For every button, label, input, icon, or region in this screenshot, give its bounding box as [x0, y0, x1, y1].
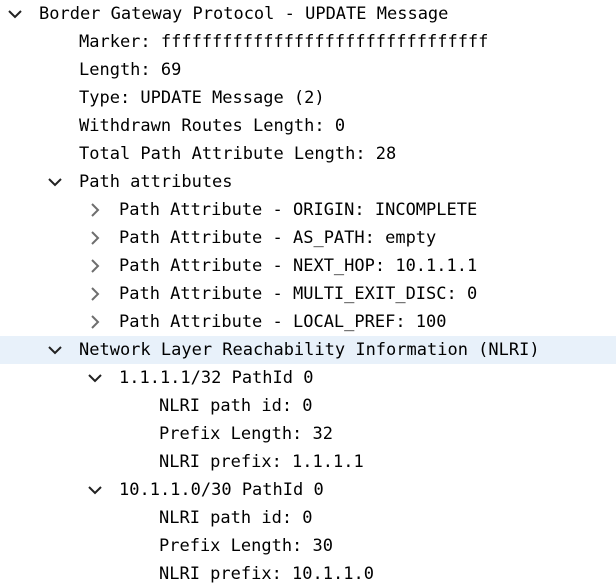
tree-node-nlri[interactable]: Network Layer Reachability Information (…	[0, 336, 616, 364]
chevron-down-icon[interactable]	[44, 168, 66, 196]
chevron-down-icon[interactable]	[84, 476, 106, 504]
field-prefix-length[interactable]: Prefix Length: 30	[0, 532, 616, 560]
field-type[interactable]: Type: UPDATE Message (2)	[0, 84, 616, 112]
field-withdrawn-routes-length[interactable]: Withdrawn Routes Length: 0	[0, 112, 616, 140]
tree-node-label: Border Gateway Protocol - UPDATE Message	[39, 4, 449, 24]
tree-node-path-attribute-origin[interactable]: Path Attribute - ORIGIN: INCOMPLETE	[0, 196, 616, 224]
chevron-down-icon[interactable]	[4, 0, 26, 28]
field-nlri-path-id[interactable]: NLRI path id: 0	[0, 392, 616, 420]
tree-node-label: 10.1.1.0/30 PathId 0	[119, 480, 324, 500]
field-label: NLRI prefix: 10.1.1.0	[159, 564, 374, 584]
field-marker[interactable]: Marker: ffffffffffffffffffffffffffffffff	[0, 28, 616, 56]
tree-node-label: 1.1.1.1/32 PathId 0	[119, 368, 314, 388]
chevron-right-icon[interactable]	[84, 252, 106, 280]
packet-details-tree: Border Gateway Protocol - UPDATE Message…	[0, 0, 616, 588]
tree-node-path-attribute-next-hop[interactable]: Path Attribute - NEXT_HOP: 10.1.1.1	[0, 252, 616, 280]
tree-node-label: Path attributes	[79, 172, 233, 192]
field-length[interactable]: Length: 69	[0, 56, 616, 84]
chevron-right-icon[interactable]	[84, 308, 106, 336]
chevron-right-icon[interactable]	[84, 196, 106, 224]
field-prefix-length[interactable]: Prefix Length: 32	[0, 420, 616, 448]
field-label: NLRI prefix: 1.1.1.1	[159, 452, 364, 472]
chevron-right-icon[interactable]	[84, 224, 106, 252]
chevron-right-icon[interactable]	[84, 280, 106, 308]
chevron-down-icon[interactable]	[44, 336, 66, 364]
tree-node-path-attribute-as-path[interactable]: Path Attribute - AS_PATH: empty	[0, 224, 616, 252]
field-nlri-prefix[interactable]: NLRI prefix: 1.1.1.1	[0, 448, 616, 476]
field-label: Prefix Length: 32	[159, 424, 333, 444]
field-nlri-path-id[interactable]: NLRI path id: 0	[0, 504, 616, 532]
field-label: Withdrawn Routes Length: 0	[79, 116, 346, 136]
chevron-down-icon[interactable]	[84, 364, 106, 392]
tree-node-nlri-prefix[interactable]: 1.1.1.1/32 PathId 0	[0, 364, 616, 392]
tree-node-label: Path Attribute - LOCAL_PREF: 100	[119, 312, 447, 332]
field-nlri-prefix[interactable]: NLRI prefix: 10.1.1.0	[0, 560, 616, 588]
tree-node-path-attributes[interactable]: Path attributes	[0, 168, 616, 196]
tree-node-path-attribute-multi-exit-disc[interactable]: Path Attribute - MULTI_EXIT_DISC: 0	[0, 280, 616, 308]
tree-node-bgp-update[interactable]: Border Gateway Protocol - UPDATE Message	[0, 0, 616, 28]
tree-node-path-attribute-local-pref[interactable]: Path Attribute - LOCAL_PREF: 100	[0, 308, 616, 336]
field-label: NLRI path id: 0	[159, 396, 313, 416]
tree-node-label: Path Attribute - MULTI_EXIT_DISC: 0	[119, 284, 478, 304]
field-label: Type: UPDATE Message (2)	[79, 88, 325, 108]
field-label: Total Path Attribute Length: 28	[79, 144, 397, 164]
field-total-path-attribute-length[interactable]: Total Path Attribute Length: 28	[0, 140, 616, 168]
tree-node-nlri-prefix[interactable]: 10.1.1.0/30 PathId 0	[0, 476, 616, 504]
field-label: Length: 69	[79, 60, 182, 80]
tree-node-label: Network Layer Reachability Information (…	[79, 340, 540, 360]
field-label: NLRI path id: 0	[159, 508, 313, 528]
tree-node-label: Path Attribute - AS_PATH: empty	[119, 228, 437, 248]
field-label: Prefix Length: 30	[159, 536, 333, 556]
field-label: Marker: ffffffffffffffffffffffffffffffff	[79, 32, 489, 52]
tree-node-label: Path Attribute - NEXT_HOP: 10.1.1.1	[119, 256, 478, 276]
tree-node-label: Path Attribute - ORIGIN: INCOMPLETE	[119, 200, 478, 220]
